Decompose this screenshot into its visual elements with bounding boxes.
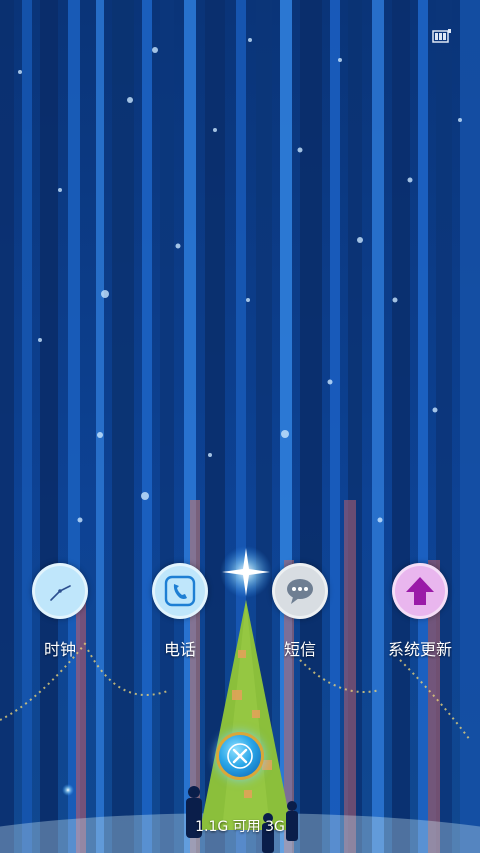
phone-icon: [152, 563, 208, 619]
message-icon: [272, 563, 328, 619]
app-phone[interactable]: 电话: [130, 563, 230, 660]
close-icon: [227, 743, 253, 769]
app-clock-label: 时钟: [43, 640, 76, 659]
app-system-update[interactable]: 系统更新: [370, 563, 470, 660]
clear-memory-button[interactable]: [216, 732, 264, 780]
update-arrow-icon: [392, 563, 448, 619]
memory-status-text: 1.1G 可用 3G: [195, 819, 285, 835]
app-messages-label: 短信: [283, 640, 316, 659]
app-clock[interactable]: 时钟: [10, 563, 110, 660]
wallpaper: [0, 0, 480, 853]
app-messages[interactable]: 短信: [250, 563, 350, 660]
app-system-update-label: 系统更新: [387, 640, 452, 659]
app-phone-label: 电话: [163, 640, 196, 659]
battery-icon: [432, 28, 452, 44]
clock-icon: [32, 563, 88, 619]
